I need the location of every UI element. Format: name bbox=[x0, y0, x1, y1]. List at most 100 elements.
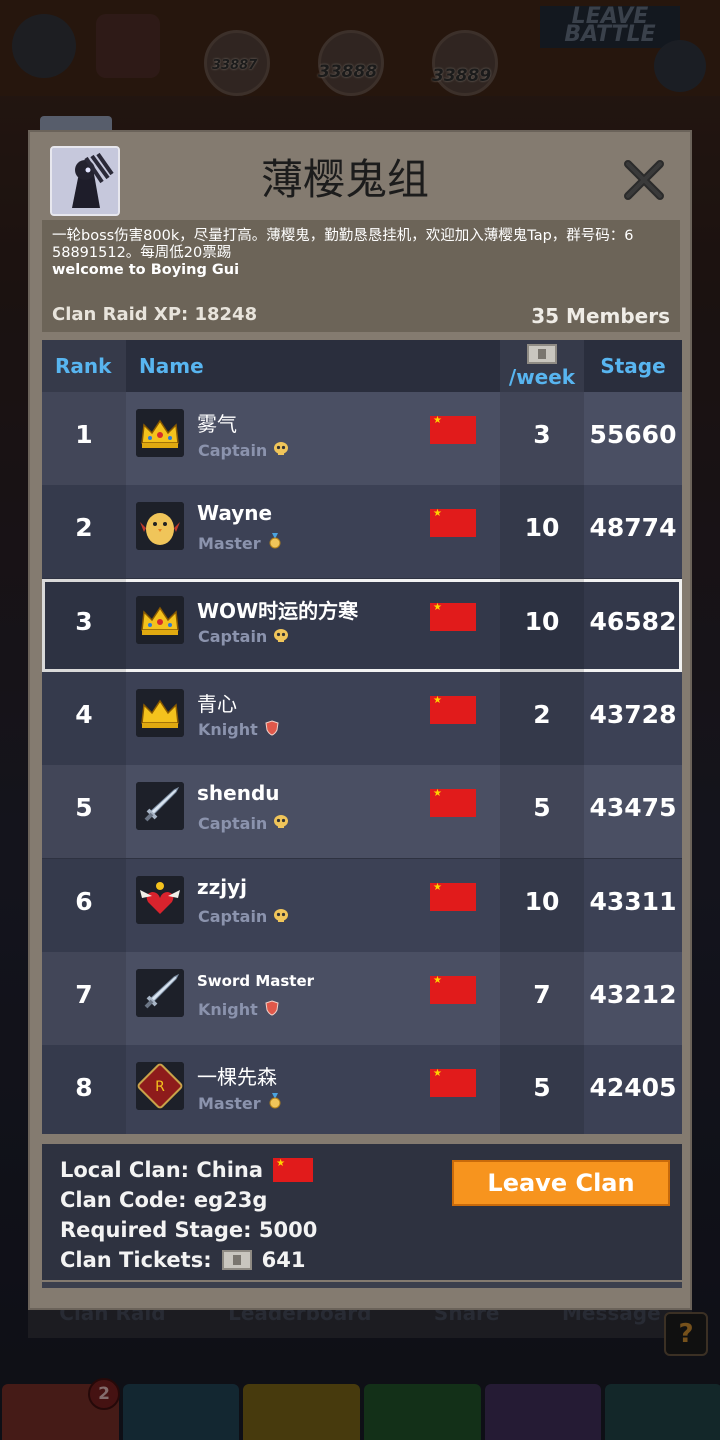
rank-number: 5 bbox=[75, 793, 93, 823]
member-role: Captain bbox=[198, 627, 289, 647]
member-name: 雾气 bbox=[197, 412, 237, 436]
china-flag-icon bbox=[430, 1068, 476, 1098]
header-name[interactable]: Name bbox=[139, 340, 204, 392]
clan-tickets: Clan Tickets: 641 bbox=[60, 1248, 305, 1272]
rank-number: 8 bbox=[75, 1073, 93, 1103]
member-name: Wayne bbox=[197, 501, 273, 526]
member-stage: 43475 bbox=[589, 793, 677, 823]
member-stage: 48774 bbox=[589, 513, 677, 543]
captain-skull-icon bbox=[273, 813, 289, 833]
description-line: welcome to Boying Gui bbox=[52, 262, 240, 278]
sword-icon bbox=[136, 782, 184, 831]
leave-clan-button[interactable]: Leave Clan bbox=[452, 1160, 670, 1206]
weekly-tickets: 10 bbox=[524, 606, 560, 636]
china-flag-icon bbox=[430, 415, 476, 444]
master-medal-icon bbox=[267, 1093, 283, 1113]
red-tome-icon: R bbox=[136, 1062, 184, 1111]
rank-number: 2 bbox=[75, 513, 93, 543]
china-flag-icon bbox=[430, 882, 476, 911]
local-clan-text: Local Clan: China bbox=[60, 1158, 264, 1182]
clan-stats: Clan Raid XP: 18248 35 Members bbox=[42, 304, 680, 328]
table-row[interactable]: 6 zzjyj Captain 10 43311 bbox=[42, 858, 682, 952]
role-label: Master bbox=[198, 1093, 261, 1113]
close-icon[interactable] bbox=[622, 158, 666, 202]
chick-icon bbox=[136, 502, 184, 551]
member-role: Master bbox=[198, 1093, 283, 1113]
member-role: Captain bbox=[198, 907, 289, 927]
master-medal-icon bbox=[267, 533, 283, 553]
clan-footer: Local Clan: China ★ Clan Code: eg23g Req… bbox=[42, 1144, 682, 1280]
header-week-label: /week bbox=[508, 365, 576, 389]
clan-tickets-value: 641 bbox=[261, 1248, 306, 1272]
role-label: Captain bbox=[198, 627, 268, 647]
role-label: Captain bbox=[198, 440, 268, 460]
china-flag-icon bbox=[430, 695, 476, 724]
weekly-tickets: 10 bbox=[524, 513, 560, 543]
table-row[interactable]: 7 Sword Master Knight 7 43212 bbox=[42, 951, 682, 1045]
clan-code: Clan Code: eg23g bbox=[60, 1188, 268, 1212]
role-label: Knight bbox=[198, 1000, 258, 1020]
china-flag-icon: ★ bbox=[273, 1158, 314, 1182]
ticket-icon bbox=[527, 344, 557, 364]
member-name: zzjyj bbox=[197, 874, 248, 899]
role-label: Captain bbox=[198, 907, 268, 926]
description-line: 58891512。每周低20票踢 bbox=[52, 245, 232, 261]
weekly-tickets: 10 bbox=[524, 886, 560, 916]
table-row[interactable]: 5 shendu Captain 5 43475 bbox=[42, 765, 682, 859]
member-name: 一棵先森 bbox=[197, 1065, 277, 1090]
member-count: 35 Members bbox=[531, 304, 670, 328]
table-header: Rank Name /week Stage bbox=[42, 340, 682, 392]
member-role: Master bbox=[198, 533, 283, 553]
member-stage: 55660 bbox=[589, 420, 677, 449]
ticket-icon bbox=[221, 1250, 252, 1270]
header-week[interactable]: /week bbox=[500, 344, 584, 396]
clan-raid-xp: Clan Raid XP: 18248 bbox=[52, 304, 258, 325]
weekly-tickets: 2 bbox=[533, 699, 551, 729]
rank-number: 1 bbox=[75, 420, 93, 449]
header-stage[interactable]: Stage bbox=[584, 340, 682, 392]
captain-skull-icon bbox=[273, 907, 289, 927]
crown-gold-icon bbox=[136, 595, 184, 644]
local-clan-info: Local Clan: China ★ bbox=[60, 1158, 314, 1182]
rank-number: 4 bbox=[75, 699, 93, 729]
table-row[interactable]: 3 WOW时运的方寒 Captain 10 46582 bbox=[42, 578, 682, 672]
header-rank[interactable]: Rank bbox=[55, 340, 111, 392]
weekly-tickets: 5 bbox=[533, 793, 551, 823]
crown-gold-icon bbox=[136, 409, 184, 457]
clan-title: 薄樱鬼组 bbox=[260, 155, 429, 204]
winged-heart-icon bbox=[136, 875, 184, 924]
knight-shield-icon bbox=[264, 1000, 280, 1020]
china-flag-icon bbox=[430, 975, 476, 1004]
member-name: 青心 bbox=[197, 691, 237, 716]
china-flag-icon bbox=[430, 602, 476, 631]
captain-skull-icon bbox=[273, 440, 289, 460]
rank-number: 7 bbox=[75, 979, 93, 1009]
weekly-tickets: 3 bbox=[533, 420, 551, 449]
knight-shield-icon bbox=[264, 720, 280, 740]
table-row[interactable]: 1 雾气 Captain 3 55660 bbox=[42, 392, 682, 485]
weekly-tickets: 7 bbox=[533, 979, 551, 1009]
member-name: WOW时运的方寒 bbox=[197, 598, 359, 623]
member-stage: 43728 bbox=[589, 699, 677, 729]
clan-avatar-icon bbox=[50, 146, 120, 216]
role-label: Knight bbox=[198, 720, 258, 740]
rank-number: 3 bbox=[75, 606, 93, 636]
crown-plain-icon bbox=[136, 688, 184, 737]
svg-text:R: R bbox=[155, 1079, 165, 1095]
table-row[interactable]: 2 Wayne Master 10 48774 bbox=[42, 485, 682, 579]
rank-number: 6 bbox=[75, 886, 93, 916]
table-row[interactable]: 4 青心 Knight 2 43728 bbox=[42, 671, 682, 765]
member-stage: 42405 bbox=[589, 1073, 677, 1103]
captain-skull-icon bbox=[273, 627, 289, 647]
clan-tickets-label: Clan Tickets: bbox=[60, 1248, 212, 1272]
role-label: Captain bbox=[198, 813, 268, 833]
china-flag-icon bbox=[430, 508, 476, 538]
sword-icon bbox=[136, 968, 184, 1017]
china-flag-icon bbox=[430, 788, 476, 818]
description-line: 一轮boss伤害800k，尽量打高。薄樱鬼，勤勤恳恳挂机，欢迎加入薄樱鬼Tap，… bbox=[52, 228, 634, 244]
clan-dialog: 薄樱鬼组 一轮boss伤害800k，尽量打高。薄樱鬼，勤勤恳恳挂机，欢迎加入薄樱… bbox=[28, 130, 692, 1310]
member-name: shendu bbox=[197, 781, 280, 806]
member-role: Knight bbox=[198, 1000, 280, 1020]
members-table: Rank Name /week Stage 1 雾气 Captain 3 55660 2 W… bbox=[42, 340, 682, 1134]
table-row[interactable]: 8 R 一棵先森 Master 5 42405 bbox=[42, 1045, 682, 1134]
